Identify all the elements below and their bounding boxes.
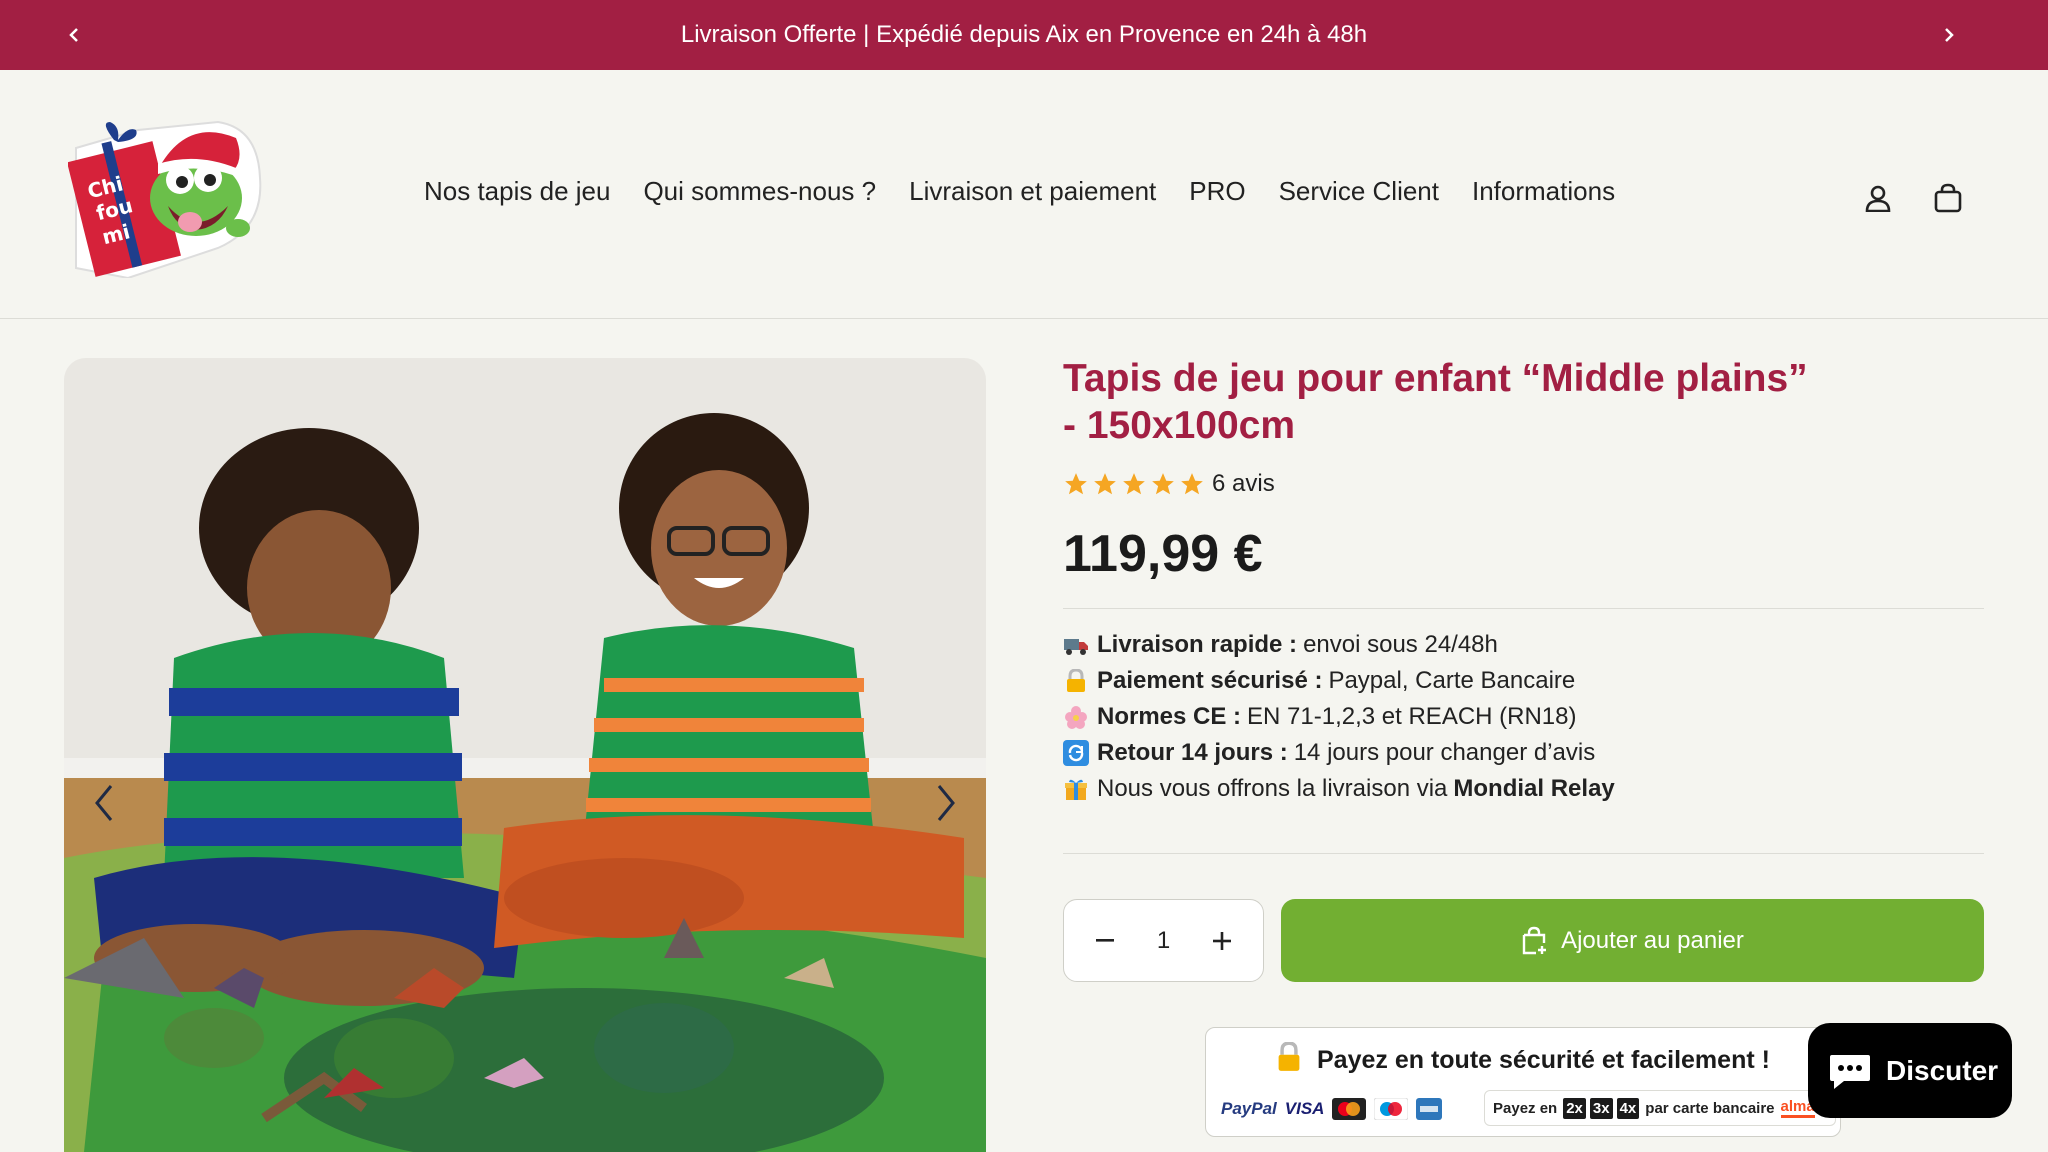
truck-icon — [1063, 632, 1089, 658]
add-to-cart-button[interactable]: Ajouter au panier — [1281, 899, 1984, 982]
payment-logos: PayPal VISA — [1221, 1098, 1443, 1120]
announcement-bar: Livraison Offerte | Expédié depuis Aix e… — [0, 0, 2048, 70]
payment-title: Payez en toute sécurité et facilement ! — [1206, 1041, 1840, 1075]
lock-icon — [1278, 1041, 1300, 1071]
mastercard-icon — [1332, 1098, 1367, 1120]
announcement-next-button[interactable] — [1932, 18, 1966, 52]
main-nav: Nos tapis de jeu Qui sommes-nous ? Livra… — [424, 176, 1648, 207]
review-count: 6 avis — [1212, 470, 1275, 497]
feature-label: Mondial Relay — [1453, 775, 1615, 802]
lock-icon — [1063, 668, 1089, 694]
brand-logo[interactable]: Chi fou mi — [67, 118, 264, 280]
announcement-prev-button[interactable] — [57, 18, 91, 52]
feature-label: Livraison rapide : — [1097, 631, 1298, 658]
plus-icon — [1213, 931, 1231, 950]
chevron-left-icon — [69, 28, 78, 42]
add-to-cart-label: Ajouter au panier — [1561, 926, 1744, 954]
product-rating[interactable]: 6 avis — [1063, 470, 1275, 498]
feature-return: Retour 14 jours : 14 jours pour changer … — [1063, 735, 1621, 771]
cart-icon — [1934, 183, 1962, 213]
star-icon — [1094, 473, 1116, 495]
divider — [1063, 608, 1984, 609]
account-button[interactable] — [1858, 178, 1898, 218]
quantity-stepper — [1063, 899, 1264, 982]
amex-icon — [1416, 1098, 1443, 1120]
gift-icon — [1063, 776, 1089, 802]
quantity-decrease-button[interactable] — [1088, 924, 1122, 958]
star-icon — [1152, 473, 1174, 495]
feature-label: Normes CE : — [1097, 703, 1242, 730]
minus-icon — [1096, 938, 1114, 942]
gallery-next-button[interactable] — [926, 778, 966, 828]
quantity-input[interactable] — [1138, 926, 1189, 955]
product-title: Tapis de jeu pour enfant “Middle plains”… — [1063, 357, 1808, 447]
bag-plus-icon — [1522, 926, 1547, 954]
chevron-right-icon — [1945, 28, 1954, 42]
product-image — [64, 358, 986, 1152]
feature-text: 14 jours pour changer d’avis — [1293, 739, 1596, 766]
star-icon — [1123, 473, 1145, 495]
feature-shipping: Livraison rapide : envoi sous 24/48h — [1063, 627, 1621, 663]
product-gallery — [64, 358, 986, 1152]
quantity-increase-button[interactable] — [1205, 924, 1239, 958]
star-icon — [1181, 473, 1203, 495]
divider — [1063, 853, 1984, 854]
feature-gift: Nous vous offrons la livraison via Mondi… — [1063, 771, 1621, 807]
chevron-right-icon — [937, 785, 955, 821]
flower-icon — [1063, 704, 1089, 730]
feature-label: Retour 14 jours : — [1097, 739, 1288, 766]
feature-text: envoi sous 24/48h — [1303, 631, 1498, 658]
nav-item-about[interactable]: Qui sommes-nous ? — [643, 176, 876, 207]
alma-suffix: par carte bancaire — [1645, 1099, 1775, 1117]
payment-title-text: Payez en toute sécurité et facilement ! — [1317, 1046, 1770, 1074]
cart-button[interactable] — [1928, 178, 1968, 218]
alma-prefix: Payez en — [1493, 1099, 1558, 1117]
announcement-text: Livraison Offerte | Expédié depuis Aix e… — [680, 21, 1368, 48]
feature-text: EN 71-1,2,3 et REACH (RN18) — [1247, 703, 1577, 730]
return-icon — [1063, 740, 1089, 766]
site-header: Chi fou mi Nos tapis de jeu Qui sommes-n… — [0, 70, 2048, 319]
chat-label: Discuter — [1886, 1054, 1999, 1086]
nav-item-service[interactable]: Service Client — [1279, 176, 1439, 207]
chevron-left-icon — [95, 785, 113, 821]
alma-option: 4x — [1616, 1097, 1640, 1119]
product-features: Livraison rapide : envoi sous 24/48h Pai… — [1063, 627, 1621, 807]
feature-label: Paiement sécurisé : — [1097, 667, 1323, 694]
chat-button[interactable]: Discuter — [1808, 1023, 2012, 1118]
star-icon — [1065, 473, 1087, 495]
feature-norms: Normes CE : EN 71-1,2,3 et REACH (RN18) — [1063, 699, 1621, 735]
visa-logo: VISA — [1284, 1099, 1325, 1118]
feature-text: Nous vous offrons la livraison via — [1097, 775, 1448, 802]
gallery-prev-button[interactable] — [84, 778, 124, 828]
alma-option: 2x — [1563, 1097, 1586, 1119]
feature-payment: Paiement sécurisé : Paypal, Carte Bancai… — [1063, 663, 1621, 699]
maestro-icon — [1374, 1098, 1409, 1120]
alma-option: 3x — [1589, 1097, 1613, 1119]
nav-item-tapis[interactable]: Nos tapis de jeu — [424, 176, 610, 207]
nav-item-info[interactable]: Informations — [1472, 176, 1615, 207]
nav-item-shipping[interactable]: Livraison et paiement — [909, 176, 1156, 207]
product-price: 119,99 € — [1063, 525, 1263, 583]
paypal-logo: PayPal — [1221, 1099, 1277, 1118]
account-icon — [1865, 185, 1891, 212]
nav-item-pro[interactable]: PRO — [1189, 176, 1245, 207]
chat-bubble-icon — [1830, 1054, 1870, 1089]
payment-badge: Payez en toute sécurité et facilement ! … — [1205, 1027, 1841, 1137]
feature-text: Paypal, Carte Bancaire — [1328, 667, 1576, 694]
alma-installments: Payez en 2x 3x 4x par carte bancaire alm… — [1484, 1090, 1836, 1126]
